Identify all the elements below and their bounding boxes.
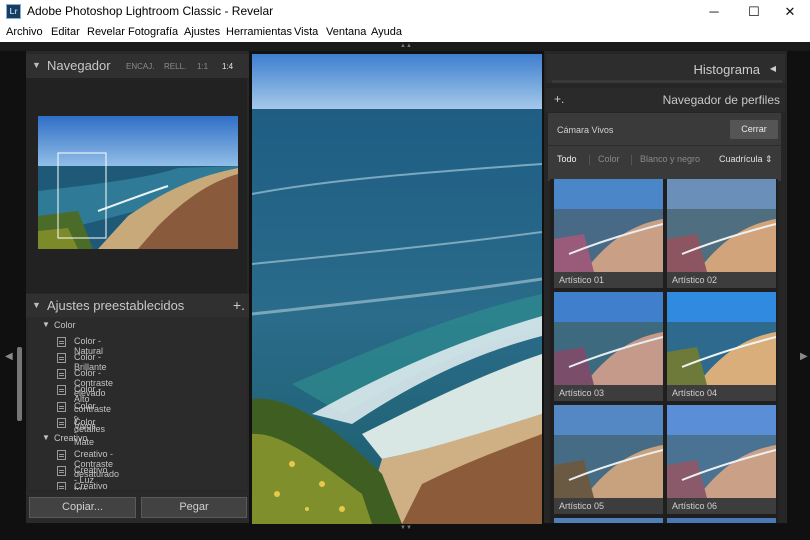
filter-bw[interactable]: Blanco y negro	[640, 154, 700, 164]
navigator-title: Navegador	[47, 58, 111, 73]
profile-tile[interactable]: Artístico 05	[554, 405, 663, 514]
histogram-title: Histograma	[693, 62, 760, 77]
profile-thumbnail	[554, 179, 663, 272]
add-preset-icon[interactable]: +.	[233, 297, 245, 313]
collapse-arrow-icon[interactable]: ◀	[770, 64, 776, 73]
close-button[interactable]: Cerrar	[730, 120, 778, 139]
title-bar: Lr Adobe Photoshop Lightroom Classic - R…	[0, 0, 810, 23]
navigator-preview-area	[26, 78, 247, 293]
left-panel-scrollbar[interactable]	[17, 347, 22, 421]
navigator-header[interactable]: ▼ Navegador ENCAJ. RELL. 1:1 1:4	[26, 54, 249, 78]
profile-thumbnail	[667, 292, 776, 385]
close-window-button[interactable]: ✕	[770, 0, 810, 23]
add-profile-icon[interactable]: +.	[554, 92, 564, 106]
profile-thumbnail	[667, 179, 776, 272]
menu-vista[interactable]: Vista	[294, 26, 318, 38]
profile-thumbnail	[554, 292, 663, 385]
profile-name: Artístico 04	[667, 385, 776, 401]
menu-herramientas[interactable]: Herramientas	[226, 26, 292, 38]
profile-name: Artístico 01	[554, 272, 663, 288]
profile-thumbnail	[667, 405, 776, 498]
filter-all[interactable]: Todo	[557, 154, 577, 164]
zoom-fill[interactable]: RELL.	[164, 62, 186, 71]
profile-tile[interactable]: Artístico 04	[667, 292, 776, 401]
right-panel-toggle-icon[interactable]: ▶	[800, 351, 808, 362]
divider	[631, 155, 632, 165]
top-panel-strip[interactable]: ▲▲	[0, 42, 810, 51]
preset-icon	[57, 450, 66, 460]
histogram-bar	[552, 80, 782, 83]
profile-name: Artístico 05	[554, 498, 663, 514]
right-edge: ▶	[787, 51, 810, 531]
left-edge: ◀	[0, 51, 26, 531]
bottom-panel-strip[interactable]: ▼▼	[0, 524, 810, 540]
profile-browser-title: Navegador de perfiles	[662, 93, 780, 107]
profile-tile[interactable]: Artístico 01	[554, 179, 663, 288]
minimize-button[interactable]: ─	[694, 0, 734, 23]
preset-icon	[57, 482, 66, 490]
divider	[548, 145, 781, 146]
collapse-triangle-icon[interactable]: ▼	[32, 60, 41, 70]
menu-ayuda[interactable]: Ayuda	[371, 26, 402, 38]
profile-group-name: Cámara Vivos	[557, 125, 614, 135]
expand-triangle-icon[interactable]: ▼	[42, 433, 50, 442]
collapse-triangle-icon[interactable]: ▼	[32, 300, 41, 310]
profile-name: Artístico 02	[667, 272, 776, 288]
profile-thumbnail	[554, 405, 663, 498]
left-panel-toggle-icon[interactable]: ◀	[5, 351, 13, 362]
preset-icon	[57, 466, 66, 476]
menu-revelar[interactable]: Revelar	[87, 26, 125, 38]
profile-tile[interactable]	[667, 518, 776, 523]
window-title: Adobe Photoshop Lightroom Classic - Reve…	[27, 4, 274, 18]
collapse-top-icon[interactable]: ▲▲	[400, 43, 412, 49]
preset-icon	[57, 369, 66, 379]
profile-name: Artístico 03	[554, 385, 663, 401]
view-mode-select[interactable]: Cuadrícula ⇕	[719, 154, 773, 165]
preset-icon	[57, 385, 66, 395]
menu-archivo[interactable]: Archivo	[6, 26, 43, 38]
menu-editar[interactable]: Editar	[51, 26, 80, 38]
paste-button[interactable]: Pegar	[141, 497, 247, 518]
zoom-fit[interactable]: ENCAJ.	[126, 62, 154, 71]
expand-triangle-icon[interactable]: ▼	[42, 320, 50, 329]
divider	[589, 155, 590, 165]
zoom-1-1[interactable]: 1:1	[197, 62, 208, 71]
lightroom-app-icon: Lr	[6, 4, 21, 19]
profile-tile[interactable]	[554, 518, 663, 523]
menu-fotografia[interactable]: Fotografía	[128, 26, 178, 38]
profile-name: Artístico 06	[667, 498, 776, 514]
preset-icon	[57, 402, 66, 412]
preset-icon	[57, 353, 66, 363]
profile-browser-header: +. Navegador de perfiles	[546, 88, 785, 112]
menu-ajustes[interactable]: Ajustes	[184, 26, 220, 38]
profile-browser-controls: Cámara Vivos Cerrar Todo Color Blanco y …	[548, 113, 781, 181]
collapse-bottom-icon[interactable]: ▼▼	[400, 525, 412, 531]
profile-tile[interactable]: Artístico 06	[667, 405, 776, 514]
presets-header[interactable]: ▼ Ajustes preestablecidos +.	[26, 294, 249, 318]
preset-list: ▼ Color Color - Natural Color - Brillant…	[28, 317, 247, 490]
navigator-thumbnail[interactable]	[38, 116, 238, 249]
maximize-button[interactable]: ☐	[734, 0, 774, 23]
preset-icon	[57, 337, 66, 347]
profile-tile[interactable]: Artístico 02	[667, 179, 776, 288]
filter-color[interactable]: Color	[598, 154, 620, 164]
copy-button[interactable]: Copiar...	[29, 497, 136, 518]
zoom-1-4[interactable]: 1:4	[222, 62, 233, 71]
right-panel: Histograma ◀ +. Navegador de perfiles Cá…	[544, 51, 787, 523]
presets-title: Ajustes preestablecidos	[47, 298, 185, 313]
copy-paste-bar: Copiar... Pegar	[26, 492, 249, 523]
main-photo[interactable]	[252, 54, 542, 524]
preset-icon	[57, 418, 66, 428]
profile-tile[interactable]: Artístico 03	[554, 292, 663, 401]
left-panel: ▼ Navegador ENCAJ. RELL. 1:1 1:4 ▼ Ajust…	[26, 51, 249, 523]
histogram-header[interactable]: Histograma ◀	[546, 54, 785, 83]
menu-bar: Archivo Editar Revelar Fotografía Ajuste…	[0, 23, 810, 42]
menu-ventana[interactable]: Ventana	[326, 26, 366, 38]
profile-grid: Artístico 01 Artístico 02 Artístico 03 A…	[550, 179, 778, 523]
